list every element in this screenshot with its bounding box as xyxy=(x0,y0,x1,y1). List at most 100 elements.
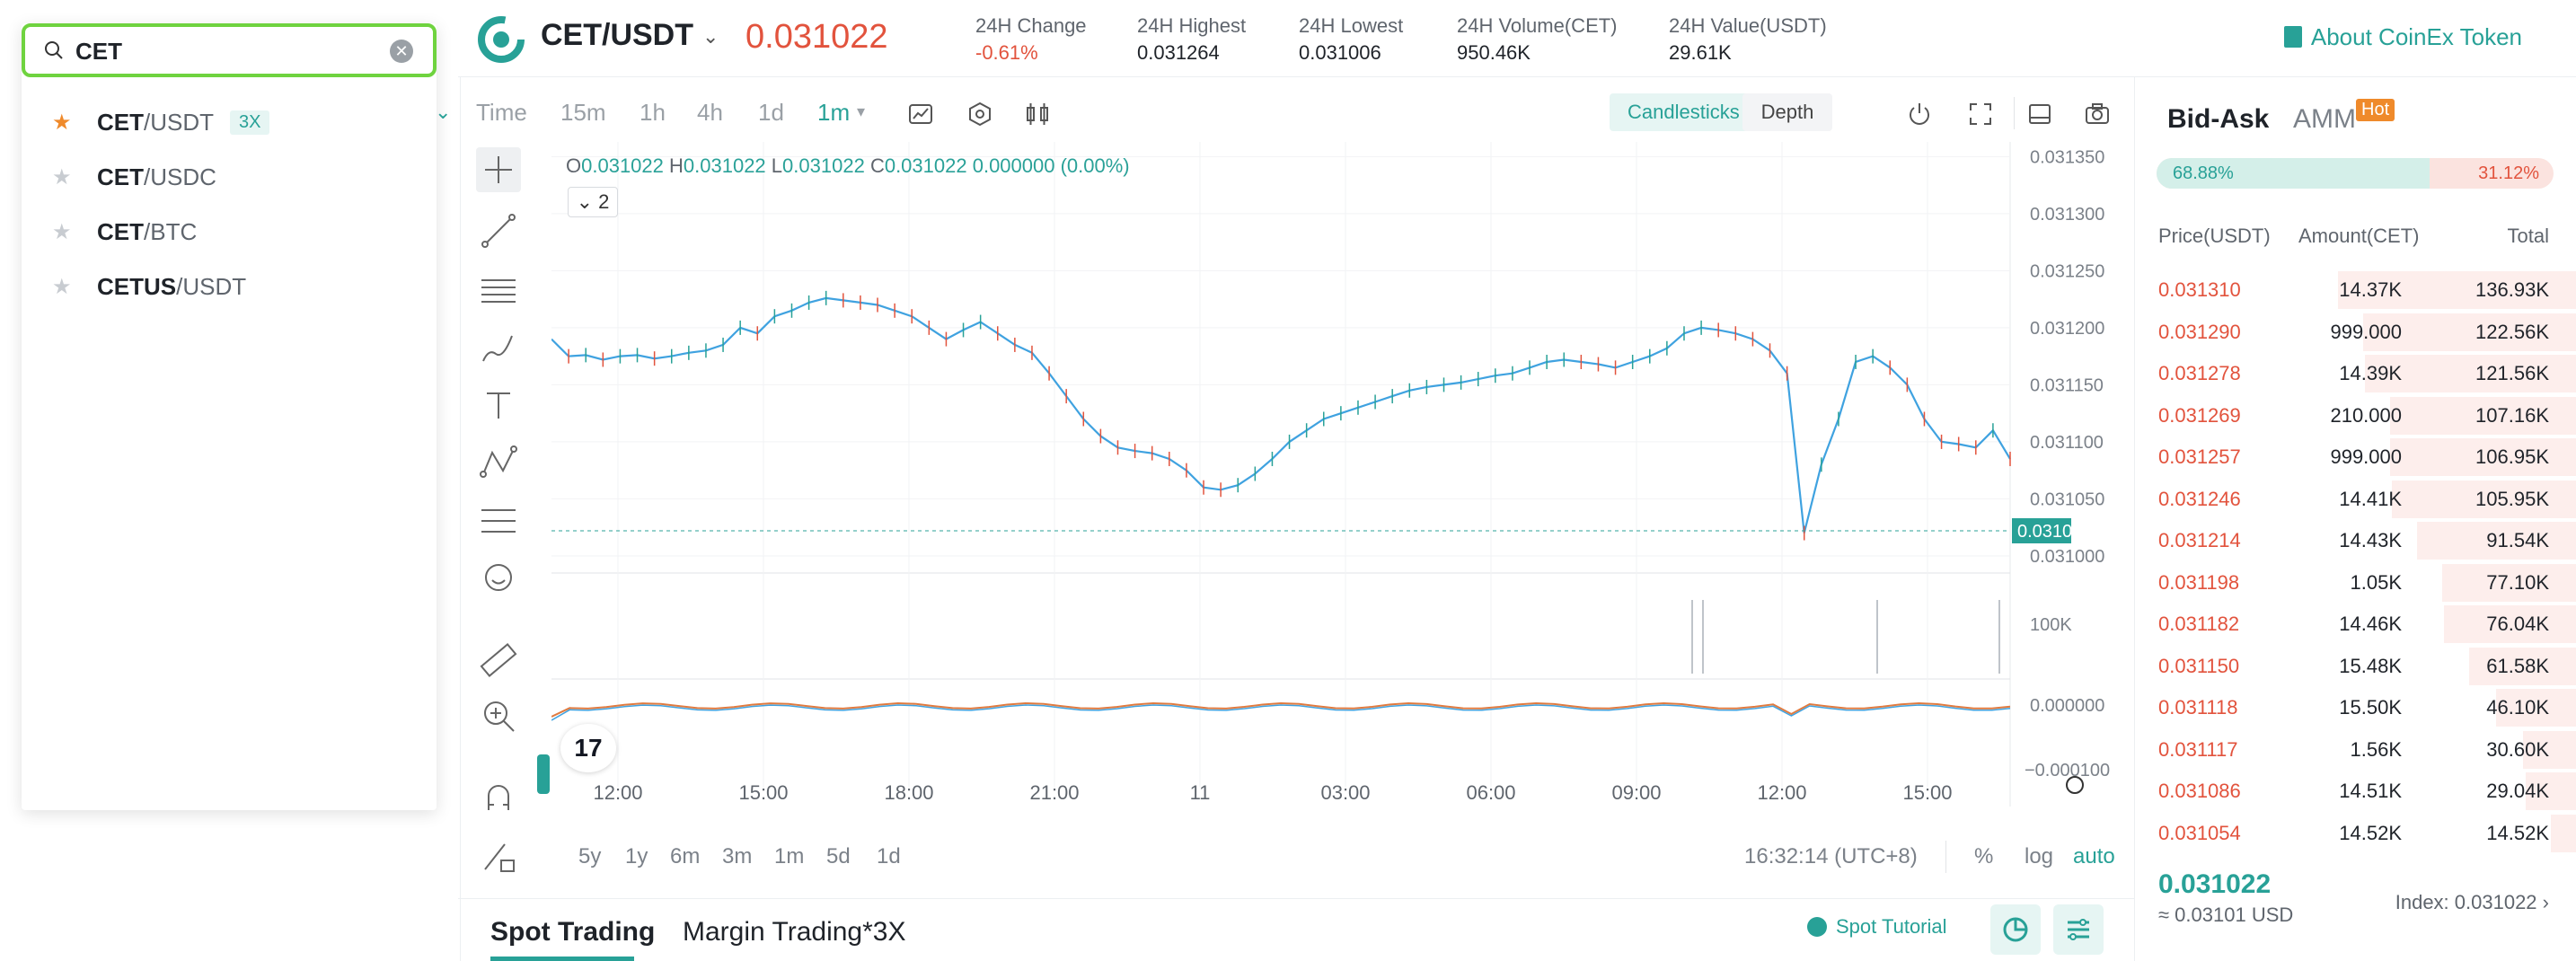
scale-auto[interactable]: auto xyxy=(2073,844,2115,869)
price-chart[interactable]: 0.031350 0.031300 0.031250 0.031200 0.031150… xyxy=(551,142,2138,807)
depth-tab[interactable]: Depth xyxy=(1742,93,1832,131)
ohlc-h-label: H xyxy=(669,154,684,177)
ask-row[interactable]: 0.031257 999.000 106.95K xyxy=(2135,436,2576,479)
power-icon[interactable] xyxy=(1906,101,1933,128)
crosshair-icon[interactable] xyxy=(476,147,521,192)
ruler-icon[interactable] xyxy=(476,638,521,683)
star-icon[interactable]: ★ xyxy=(52,111,74,134)
timeframe-4h[interactable]: 4h xyxy=(697,99,723,127)
ohlc-high: 0.031022 xyxy=(683,154,766,177)
chart-type-icon[interactable] xyxy=(907,101,934,128)
fullscreen-icon[interactable] xyxy=(1967,101,1994,128)
ask-price: 0.031269 xyxy=(2158,403,2241,427)
range-bar: 5y 1y 6m 3m 1m 5d 1d 16:32:14 (UTC+8) % … xyxy=(458,833,2134,884)
timeframe-1h[interactable]: 1h xyxy=(640,99,666,127)
ask-row[interactable]: 0.031278 14.39K 121.56K xyxy=(2135,353,2576,395)
timeframe-15m[interactable]: 15m xyxy=(560,99,606,127)
spot-tutorial-link[interactable]: Spot Tutorial xyxy=(1807,915,1947,939)
timeframe-1d[interactable]: 1d xyxy=(758,99,784,127)
caret-down-icon[interactable]: ▾ xyxy=(857,102,865,121)
indicators-icon[interactable] xyxy=(1024,101,1051,128)
ask-amount: 14.37K xyxy=(2339,278,2402,301)
tab-margin-trading[interactable]: Margin Trading*3X xyxy=(683,917,905,948)
divider xyxy=(2014,97,2015,129)
camera-icon[interactable] xyxy=(2084,101,2111,128)
clear-search-icon[interactable]: ✕ xyxy=(390,40,413,63)
search-result-item[interactable]: ★ CETUS/USDT xyxy=(22,260,437,314)
search-result-item[interactable]: ★ CET/USDT 3X xyxy=(22,95,437,150)
projection-icon[interactable] xyxy=(476,498,521,542)
ask-row[interactable]: 0.031198 1.05K 77.10K xyxy=(2135,562,2576,604)
text-tool-icon[interactable] xyxy=(476,383,521,428)
settings-icon[interactable] xyxy=(966,101,993,128)
timeframe-time[interactable]: Time xyxy=(476,99,527,127)
range-5y[interactable]: 5y xyxy=(578,844,601,869)
brush-icon[interactable] xyxy=(476,325,521,370)
stat-label: 24H Lowest xyxy=(1299,14,1404,37)
ask-row[interactable]: 0.031054 14.52K 14.52K xyxy=(2135,813,2576,855)
ask-row[interactable]: 0.031118 15.50K 46.10K xyxy=(2135,687,2576,729)
pattern-icon[interactable] xyxy=(476,440,521,485)
candlesticks-tab[interactable]: Candlesticks xyxy=(1610,93,1758,131)
header-total: Total xyxy=(2507,225,2549,247)
ask-row[interactable]: 0.031214 14.43K 91.54K xyxy=(2135,520,2576,562)
chevron-down-icon[interactable]: ⌄ xyxy=(702,25,719,48)
range-3m[interactable]: 3m xyxy=(722,844,752,869)
sell-ratio: 31.12% xyxy=(2478,163,2539,183)
star-icon[interactable]: ★ xyxy=(52,276,74,298)
fib-lines-icon[interactable] xyxy=(476,268,521,313)
ask-row[interactable]: 0.031182 14.46K 76.04K xyxy=(2135,604,2576,646)
scale-log[interactable]: log xyxy=(2025,844,2053,869)
ask-row[interactable]: 0.031117 1.56K 30.60K xyxy=(2135,729,2576,771)
ask-row[interactable]: 0.031246 14.41K 105.95K xyxy=(2135,479,2576,521)
trend-line-icon[interactable] xyxy=(476,208,521,253)
search-result-item[interactable]: ★ CET/USDC xyxy=(22,150,437,205)
range-1m[interactable]: 1m xyxy=(774,844,804,869)
price-line xyxy=(551,296,2011,533)
filter-settings-button[interactable] xyxy=(2053,904,2104,955)
divider xyxy=(460,77,461,961)
ask-amount: 999.000 xyxy=(2330,320,2402,343)
range-1y[interactable]: 1y xyxy=(625,844,648,869)
chart-clock[interactable]: 16:32:14 (UTC+8) xyxy=(1744,844,1918,869)
indicator-toggle[interactable]: ⌄ 2 xyxy=(568,187,618,217)
zoom-in-icon[interactable] xyxy=(476,693,521,738)
tab-bid-ask[interactable]: Bid-Ask xyxy=(2167,104,2269,135)
star-icon[interactable]: ★ xyxy=(52,221,74,243)
layout-icon[interactable] xyxy=(2026,101,2053,128)
ask-row[interactable]: 0.031086 14.51K 29.04K xyxy=(2135,771,2576,813)
ask-row[interactable]: 0.031150 15.48K 61.58K xyxy=(2135,646,2576,688)
ask-total: 77.10K xyxy=(2486,570,2549,594)
emoji-icon[interactable] xyxy=(476,555,521,600)
timeframe-1m[interactable]: 1m xyxy=(817,99,850,127)
index-price[interactable]: Index: 0.031022 › xyxy=(2395,891,2549,914)
ask-row[interactable]: 0.031310 14.37K 136.93K xyxy=(2135,269,2576,312)
tradingview-logo[interactable]: 17 xyxy=(560,724,616,772)
stat-label: 24H Highest xyxy=(1137,14,1247,37)
scale-percent[interactable]: % xyxy=(1974,844,1993,869)
time-axis-label: 06:00 xyxy=(1466,781,1515,804)
osc-axis-label: −0.000100 xyxy=(2025,761,2110,780)
magnet-icon[interactable] xyxy=(476,774,521,819)
star-icon[interactable]: ★ xyxy=(52,166,74,189)
ask-price: 0.031198 xyxy=(2158,570,2240,594)
range-1d[interactable]: 1d xyxy=(877,844,901,869)
pair-title[interactable]: CET/USDT xyxy=(541,18,693,53)
search-result-item[interactable]: ★ CET/BTC xyxy=(22,205,437,260)
search-box[interactable]: ✕ xyxy=(22,23,437,77)
ask-total: 14.52K xyxy=(2486,821,2549,844)
pie-chart-button[interactable] xyxy=(1990,904,2041,955)
ask-row[interactable]: 0.031269 210.000 107.16K xyxy=(2135,395,2576,437)
panel-handle[interactable] xyxy=(537,754,550,794)
search-input[interactable] xyxy=(75,36,381,66)
ask-total: 136.93K xyxy=(2475,278,2549,301)
range-5d[interactable]: 5d xyxy=(826,844,851,869)
tab-spot-trading[interactable]: Spot Trading xyxy=(490,917,655,948)
tab-amm[interactable]: AMM xyxy=(2293,104,2356,135)
chevron-down-icon[interactable]: ⌄ xyxy=(435,101,451,124)
about-coinex-link[interactable]: About CoinEx Token xyxy=(2283,23,2522,51)
range-6m[interactable]: 6m xyxy=(670,844,700,869)
ask-total: 106.95K xyxy=(2475,445,2549,468)
price-axis-label: 0.031200 xyxy=(2030,319,2104,339)
ask-row[interactable]: 0.031290 999.000 122.56K xyxy=(2135,312,2576,354)
